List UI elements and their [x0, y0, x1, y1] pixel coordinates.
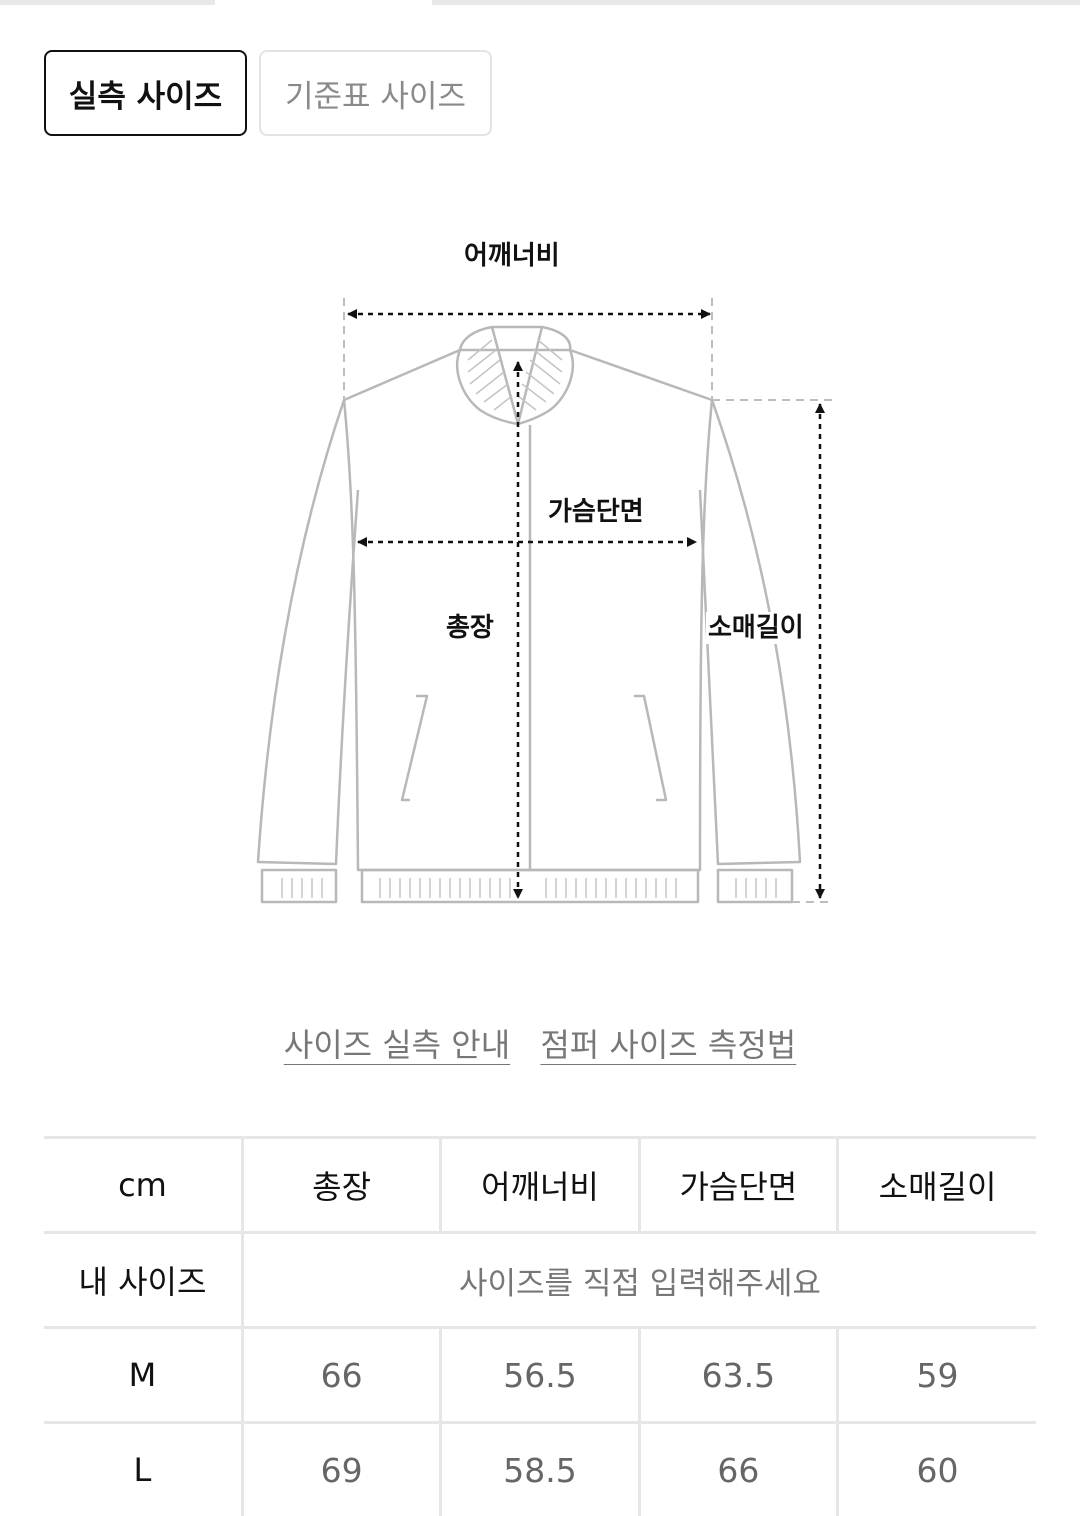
table-cell: 66 — [242, 1328, 440, 1423]
table-cell: 59 — [838, 1328, 1036, 1423]
label-chest: 가슴단면 — [546, 496, 646, 528]
size-label: M — [44, 1328, 242, 1423]
table-cell: 69 — [242, 1423, 440, 1516]
size-table: cm 총장 어깨너비 가슴단면 소매길이 내 사이즈 사이즈를 직접 입력해주세… — [44, 1136, 1036, 1516]
table-cell: 66 — [639, 1423, 837, 1516]
jacket-measurement-diagram: 어깨너비 가슴단면 총장 소매길이 — [230, 200, 850, 920]
top-scroll-indicator — [0, 0, 1080, 6]
table-row: L 69 58.5 66 60 — [44, 1423, 1036, 1516]
tab-actual-size[interactable]: 실측 사이즈 — [44, 50, 247, 136]
tab-standard-size[interactable]: 기준표 사이즈 — [259, 50, 492, 136]
table-cell: 56.5 — [441, 1328, 639, 1423]
size-guide-links: 사이즈 실측 안내 점퍼 사이즈 측정법 — [0, 1020, 1080, 1066]
unit-header: cm — [44, 1138, 242, 1233]
my-size-row: 내 사이즈 사이즈를 직접 입력해주세요 — [44, 1233, 1036, 1328]
table-cell: 58.5 — [441, 1423, 639, 1516]
table-cell: 63.5 — [639, 1328, 837, 1423]
my-size-label: 내 사이즈 — [44, 1233, 242, 1328]
label-shoulder: 어깨너비 — [462, 240, 562, 272]
table-header-row: cm 총장 어깨너비 가슴단면 소매길이 — [44, 1138, 1036, 1233]
column-header: 소매길이 — [838, 1138, 1036, 1233]
indicator-segment — [432, 0, 1080, 5]
label-sleeve: 소매길이 — [706, 612, 806, 644]
column-header: 가슴단면 — [639, 1138, 837, 1233]
size-label: L — [44, 1423, 242, 1516]
table-cell: 60 — [838, 1423, 1036, 1516]
column-header: 총장 — [242, 1138, 440, 1233]
column-header: 어깨너비 — [441, 1138, 639, 1233]
label-length: 총장 — [444, 612, 496, 644]
my-size-input-prompt[interactable]: 사이즈를 직접 입력해주세요 — [242, 1233, 1036, 1328]
measure-method-link[interactable]: 점퍼 사이즈 측정법 — [540, 1026, 796, 1064]
size-guide-link[interactable]: 사이즈 실측 안내 — [284, 1026, 510, 1064]
indicator-segment — [0, 0, 215, 5]
jacket-illustration — [230, 200, 850, 920]
table-row: M 66 56.5 63.5 59 — [44, 1328, 1036, 1423]
